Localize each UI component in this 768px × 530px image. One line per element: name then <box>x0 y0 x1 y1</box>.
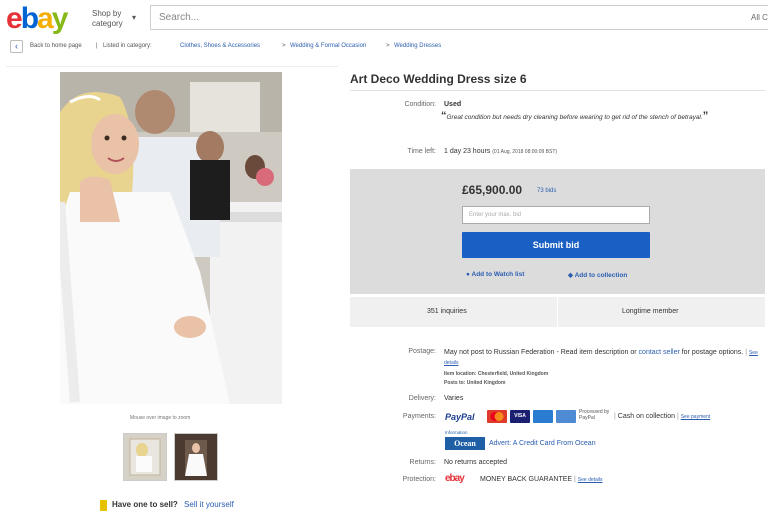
money-back-text: MONEY BACK GUARANTEE <box>480 476 573 483</box>
chevron-right-icon: > <box>282 43 286 49</box>
money-back-guarantee: MONEY BACK GUARANTEE | See details <box>480 476 603 483</box>
breadcrumb-item-clothes[interactable]: Clothes, Shoes & Accessories <box>180 43 260 49</box>
logo-letter-e: e <box>6 2 23 35</box>
divider: | <box>614 413 616 420</box>
returns-value: No returns accepted <box>444 459 508 466</box>
main-item-photo[interactable] <box>60 72 282 404</box>
chevron-down-icon[interactable]: ▾ <box>132 13 136 22</box>
delivery-value: Varies <box>444 395 464 402</box>
max-bid-placeholder: Enter your max. bid <box>469 212 522 218</box>
sell-prompt-row: Have one to sell? Sell it yourself <box>112 500 234 509</box>
condition-value: Used <box>444 101 462 108</box>
logo-letter-b: b <box>20 2 39 35</box>
divider: | <box>745 349 748 356</box>
thumbnail-1[interactable] <box>123 433 167 481</box>
ocean-advert-link[interactable]: Advert: A Credit Card From Ocean <box>489 440 596 447</box>
visa-icon: VISA <box>510 410 530 423</box>
protection-see-details-link[interactable]: See details <box>578 477 603 483</box>
paypal-text: PayPal <box>445 412 475 422</box>
chevron-right-icon: > <box>386 43 390 49</box>
time-left-detail: (01 Aug, 2018 08:00:09 BST) <box>492 149 558 155</box>
payments-label: Payments: <box>402 413 436 420</box>
postage-text: May not post to Russian Federation - Rea… <box>444 349 639 356</box>
add-to-watch-list-link[interactable]: ● Add to Watch list <box>466 271 524 278</box>
see-payment-link[interactable]: See payment <box>681 414 710 420</box>
member-status: Longtime member <box>622 308 679 315</box>
returns-label: Returns: <box>409 459 436 466</box>
sell-it-yourself-link[interactable]: Sell it yourself <box>184 500 234 509</box>
collection-label: Add to collection <box>574 272 628 279</box>
thumbnail-image <box>175 434 217 480</box>
watch-list-label: Add to Watch list <box>471 271 525 278</box>
cash-on-collection: | Cash on collection | See payment <box>614 413 710 420</box>
delivery-label: Delivery: <box>408 395 436 402</box>
processed-by-paypal: Processed by PayPal <box>579 409 610 421</box>
tag-icon <box>100 500 107 511</box>
paypal-logo: PayPal <box>445 412 475 422</box>
contact-seller-link[interactable]: contact seller <box>639 349 680 356</box>
amex-icon <box>533 410 553 423</box>
back-to-home-link[interactable]: Back to home page <box>30 43 82 49</box>
postage-label: Postage: <box>408 348 436 355</box>
eye-icon: ● <box>466 271 470 278</box>
site-header: ebay Shop by category ▾ Search... All C <box>0 0 768 36</box>
search-category-select[interactable]: All C <box>751 13 768 22</box>
divider: | <box>676 413 679 420</box>
item-title: Art Deco Wedding Dress size 6 <box>350 72 527 86</box>
submit-bid-button[interactable]: Submit bid <box>462 232 650 258</box>
add-to-collection-link[interactable]: ◆ Add to collection <box>568 271 627 279</box>
posts-to: Posts to: United Kingdom <box>444 380 506 386</box>
thumbnail-2[interactable] <box>174 433 218 481</box>
thumbnail-image <box>124 434 166 480</box>
bar-divider-icon: | <box>96 43 98 49</box>
breadcrumb-item-wedding-formal[interactable]: Wedding & Formal Occasion <box>290 43 366 49</box>
search-input[interactable]: Search... All C <box>150 5 768 30</box>
listed-in-label: Listed in category: <box>103 43 152 49</box>
divider <box>350 90 765 91</box>
time-left-text: 1 day 23 hours <box>444 148 491 155</box>
inquiries-count: 351 inquiries <box>427 308 467 315</box>
breadcrumb-item-wedding-dresses[interactable]: Wedding Dresses <box>394 43 441 49</box>
maestro-icon <box>556 410 576 423</box>
current-price: £65,900.00 <box>462 183 523 197</box>
divider: | <box>574 476 576 483</box>
postage-info: May not post to Russian Federation - Rea… <box>444 348 764 368</box>
mastercard-icon <box>487 410 507 423</box>
breadcrumb: ‹ Back to home page | Listed in category… <box>10 40 760 54</box>
wedding-photo-image <box>60 72 282 404</box>
ebay-small-logo-text: ebay <box>445 473 465 484</box>
condition-note-text: Great condition but needs dry cleaning b… <box>446 114 703 121</box>
time-left-value: 1 day 23 hours (01 Aug, 2018 08:00:09 BS… <box>444 148 557 155</box>
max-bid-input[interactable]: Enter your max. bid <box>462 206 650 224</box>
divider <box>557 297 558 327</box>
ebay-logo[interactable]: ebay <box>6 2 69 36</box>
zoom-hint: Mouse over image to zoom <box>130 415 191 421</box>
cash-on-collection-text: Cash on collection <box>617 413 675 420</box>
ocean-information-label: Information <box>445 430 468 435</box>
condition-label: Condition: <box>404 101 436 108</box>
bid-count-link[interactable]: 73 bids <box>537 188 556 194</box>
ebay-small-logo: ebay <box>445 473 465 484</box>
mastercard-circles <box>490 412 504 421</box>
search-placeholder: Search... <box>159 12 200 23</box>
postage-text-2: for postage options. <box>679 349 744 356</box>
shop-by-label: Shop by <box>92 9 122 18</box>
sell-prompt: Have one to sell? <box>112 500 178 509</box>
ocean-logo[interactable]: Ocean <box>445 437 485 450</box>
back-arrow-icon[interactable]: ‹ <box>10 40 23 53</box>
item-location: Item location: Chesterfield, United King… <box>444 371 549 377</box>
category-label: category <box>92 19 123 28</box>
logo-letter-y: y <box>51 2 69 35</box>
condition-note: “Great condition but needs dry cleaning … <box>441 111 761 123</box>
close-quote-icon: ” <box>702 110 709 122</box>
protection-label: Protection: <box>402 476 436 483</box>
logo-letter-a: a <box>37 2 54 35</box>
collection-icon: ◆ <box>568 272 573 279</box>
shop-by-category-button[interactable]: Shop by category <box>92 9 123 29</box>
time-left-label: Time left: <box>407 148 436 155</box>
